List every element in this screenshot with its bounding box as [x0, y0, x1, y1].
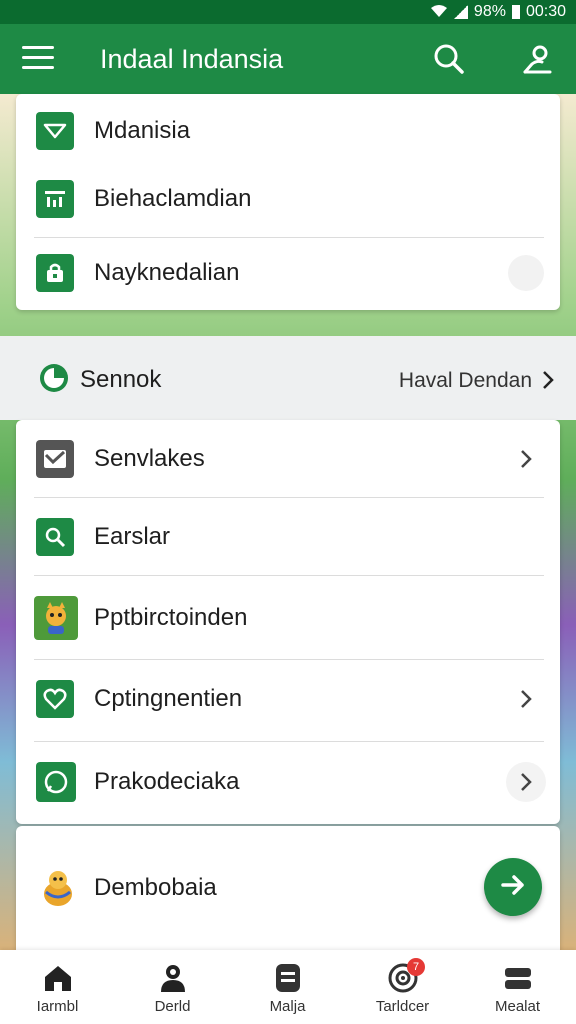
person-icon	[157, 962, 189, 994]
section-link[interactable]: Haval Dendan	[399, 369, 532, 393]
list-item-label: Cptingnentien	[94, 685, 243, 712]
status-dot	[508, 255, 544, 291]
divider	[34, 659, 544, 660]
signal-icon	[453, 5, 468, 19]
section-header[interactable]: Sennok Haval Dendan	[0, 336, 576, 420]
app-bar: Indaal Indansia	[0, 24, 576, 94]
divider	[34, 497, 544, 498]
nav-item-tracker[interactable]: 7 Tarldcer	[345, 950, 460, 1024]
menu-item-label: Biehaclamdian	[94, 185, 252, 212]
list-item-senvlakes[interactable]: Senvlakes	[16, 440, 560, 478]
section-title: Sennok	[80, 366, 162, 393]
envelope-icon	[36, 112, 74, 150]
game-character-icon	[34, 596, 78, 640]
nav-label: Mealat	[494, 998, 541, 1015]
bag-icon	[36, 254, 74, 292]
nav-label: Derld	[154, 998, 191, 1015]
nav-item-more[interactable]: Mealat	[460, 950, 575, 1024]
chevron-right-icon[interactable]	[534, 366, 562, 394]
home-icon	[42, 962, 74, 994]
nav-item-profile[interactable]: Derld	[115, 950, 230, 1024]
wifi-icon	[430, 4, 448, 21]
search-icon	[36, 518, 74, 556]
status-bar: 98% 00:30	[0, 0, 576, 24]
list-item-prakodeciaka[interactable]: Prakodeciaka	[16, 762, 560, 802]
nav-label: Malja	[269, 998, 306, 1015]
chevron-right-icon	[512, 685, 540, 713]
document-icon	[272, 962, 304, 994]
menu-item-biehaclamdian[interactable]: Biehaclamdian	[16, 180, 560, 218]
menu-item-mdanisia[interactable]: Mdanisia	[16, 112, 560, 150]
clock-time: 00:30	[525, 3, 566, 20]
list-item-earslar[interactable]: Earslar	[16, 518, 560, 556]
nav-item-home[interactable]: Iarmbl	[0, 950, 115, 1024]
chat-icon	[36, 762, 76, 802]
user-icon[interactable]	[520, 42, 554, 76]
chevron-right-icon	[506, 762, 546, 802]
featured-item[interactable]: Dembobaia	[16, 866, 560, 910]
arrow-right-icon	[498, 870, 528, 905]
quick-menu-card: Mdanisia Biehaclamdian Nayknedalian	[16, 94, 560, 310]
notification-badge: 7	[407, 958, 425, 976]
list-item-label: Prakodeciaka	[94, 768, 240, 795]
menu-item-label: Mdanisia	[94, 117, 191, 144]
heart-icon	[36, 680, 74, 718]
divider	[34, 575, 544, 576]
bottom-navigation: Iarmbl Derld Malja 7 Tarldcer Mealat	[0, 950, 576, 1024]
hamburger-menu-icon[interactable]	[22, 46, 54, 70]
nav-item-documents[interactable]: Malja	[230, 950, 345, 1024]
list-item-label: Senvlakes	[94, 445, 205, 472]
list-item-pptbirctoinden[interactable]: Pptbirctoinden	[16, 596, 560, 640]
list-item-cptingnentien[interactable]: Cptingnentien	[16, 680, 560, 718]
mail-icon	[36, 440, 74, 478]
settings-list-card: Senvlakes Earslar Pptbirctoinden Cptingn…	[16, 420, 560, 824]
app-title: Indaal Indansia	[100, 44, 284, 74]
battery-icon	[511, 5, 520, 19]
list-item-label: Pptbirctoinden	[94, 604, 248, 631]
search-icon[interactable]	[432, 42, 466, 76]
featured-card[interactable]: Dembobaia	[16, 826, 560, 950]
list-item-label: Earslar	[94, 523, 171, 550]
nav-label: Iarmbl	[36, 998, 79, 1015]
stack-icon	[502, 962, 534, 994]
divider	[34, 741, 544, 742]
character-icon	[38, 866, 78, 910]
menu-item-label: Nayknedalian	[94, 259, 240, 286]
chevron-right-icon	[512, 445, 540, 473]
battery-percent: 98%	[473, 3, 506, 20]
featured-label: Dembobaia	[94, 874, 217, 901]
nav-label: Tarldcer	[375, 998, 430, 1015]
next-button[interactable]	[484, 858, 542, 916]
menu-item-nayknedalian[interactable]: Nayknedalian	[16, 254, 560, 292]
chart-icon	[36, 180, 74, 218]
divider	[34, 237, 544, 238]
clock-icon	[38, 362, 70, 394]
